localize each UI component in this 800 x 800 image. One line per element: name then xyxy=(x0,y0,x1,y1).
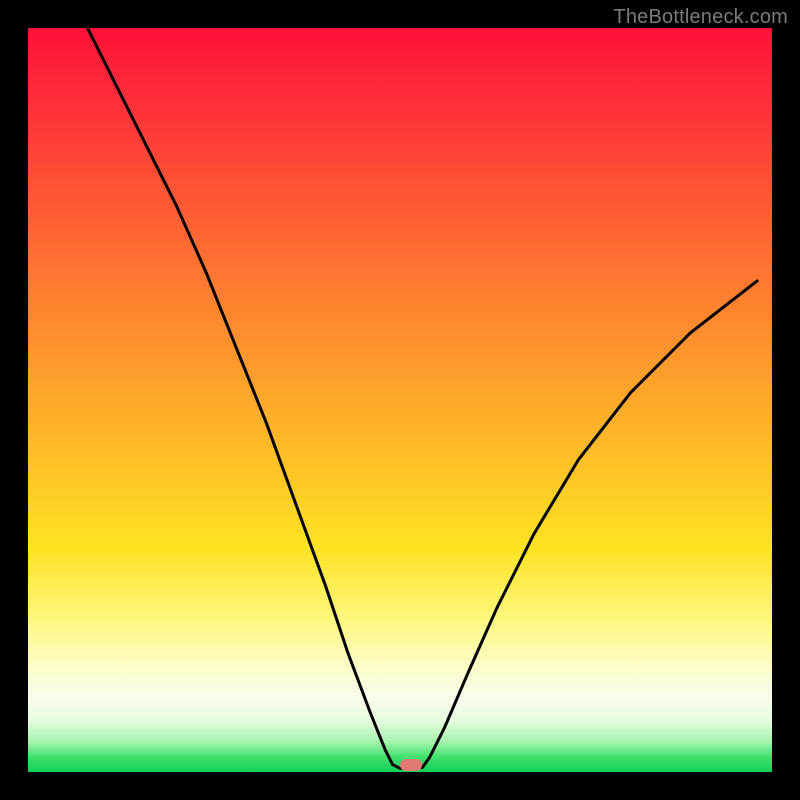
bottleneck-curve xyxy=(88,28,758,768)
plot-area xyxy=(28,28,772,772)
min-marker xyxy=(400,759,422,771)
curve-svg xyxy=(28,28,772,772)
watermark-text: TheBottleneck.com xyxy=(613,6,788,29)
chart-frame: TheBottleneck.com xyxy=(0,0,800,800)
